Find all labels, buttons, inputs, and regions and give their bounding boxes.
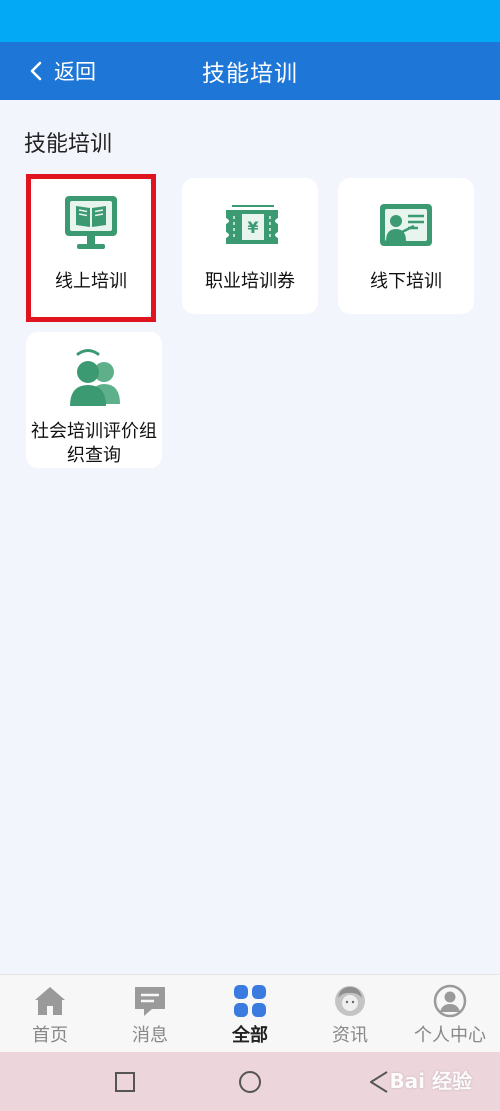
service-label: 职业培训券 — [205, 271, 295, 292]
message-icon — [135, 987, 165, 1016]
service-label: 社会培训评价组织查询 — [31, 421, 157, 466]
tab-news[interactable]: 资讯 — [300, 975, 400, 1053]
service-card-offline-training[interactable]: 线下培训 — [338, 178, 474, 314]
tab-label: 个人中心 — [414, 1025, 486, 1046]
teacher-board-icon — [380, 204, 432, 246]
home-circle-icon[interactable] — [238, 1070, 262, 1094]
tab-label: 首页 — [32, 1025, 68, 1046]
top-nav-bar: 返回 技能培训 — [0, 42, 500, 100]
status-bar — [0, 0, 500, 42]
service-card-online-training[interactable]: 线上培训 — [30, 178, 152, 318]
service-label: 线下培训 — [370, 271, 442, 292]
monitor-book-icon — [65, 196, 117, 249]
watermark-text: Bai 经验 — [389, 1069, 472, 1093]
service-card-social-evaluation-query[interactable]: 社会培训评价组织查询 — [26, 332, 162, 468]
tab-home[interactable]: 首页 — [0, 975, 100, 1053]
tab-profile[interactable]: 个人中心 — [400, 975, 500, 1053]
tab-messages[interactable]: 消息 — [100, 975, 200, 1053]
tab-all[interactable]: 全部 — [200, 975, 300, 1053]
service-card-training-voucher[interactable]: ¥ 职业培训券 — [182, 178, 318, 314]
service-label: 线上培训 — [55, 271, 127, 292]
bottom-tab-bar: 首页 消息 全部 资讯 个人中心 — [0, 974, 500, 1052]
user-icon — [433, 984, 467, 1018]
tab-label: 资讯 — [332, 1025, 368, 1046]
people-group-icon — [70, 349, 120, 406]
recent-apps-square-icon[interactable] — [114, 1071, 136, 1093]
tab-label: 消息 — [132, 1025, 168, 1046]
svg-text:¥: ¥ — [247, 218, 258, 237]
tab-label: 全部 — [232, 1025, 268, 1046]
page-title: 技能培训 — [202, 61, 298, 87]
grid-icon — [234, 985, 266, 1017]
home-icon — [35, 987, 65, 1015]
voucher-ticket-icon: ¥ — [226, 205, 278, 244]
back-triangle-icon[interactable] — [368, 1070, 390, 1094]
section-title: 技能培训 — [24, 132, 113, 157]
news-avatar-icon — [335, 986, 365, 1016]
